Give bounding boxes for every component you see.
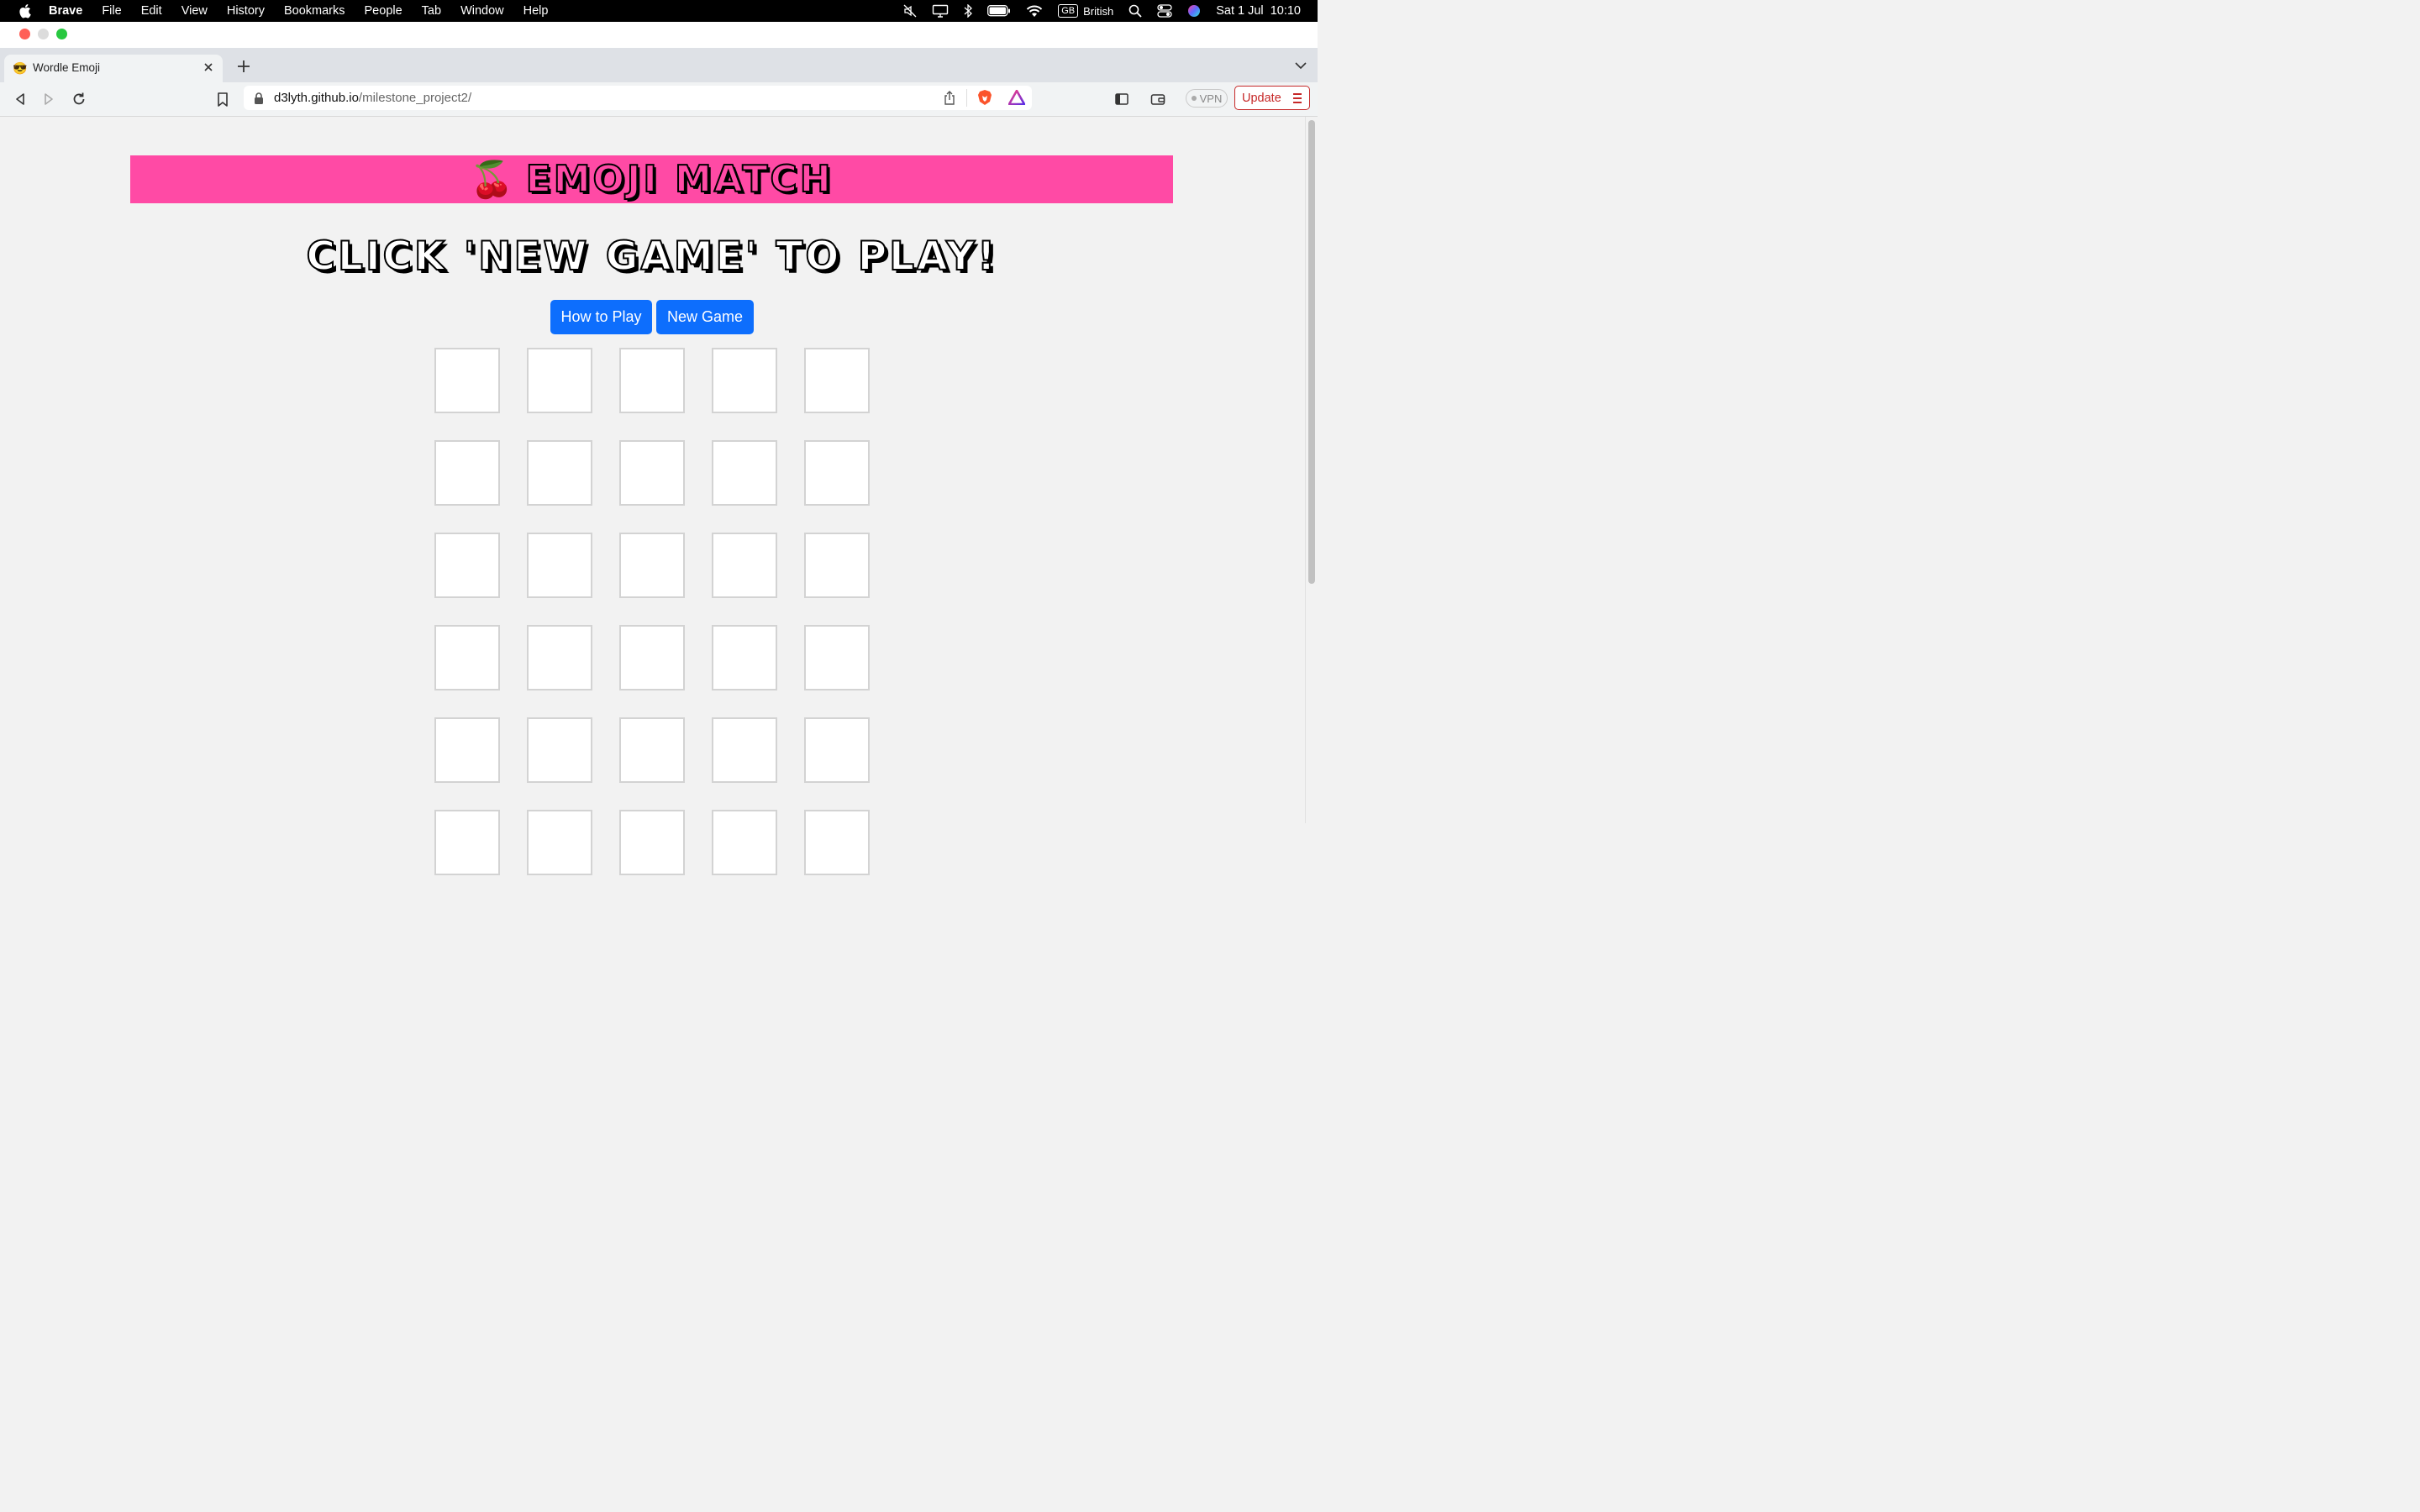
macos-menu-bar: Brave File Edit View History Bookmarks P… bbox=[0, 0, 1318, 22]
board-tile bbox=[527, 625, 592, 690]
menu-bookmarks[interactable]: Bookmarks bbox=[284, 4, 345, 18]
brave-shields-icon[interactable] bbox=[977, 89, 992, 110]
board-tile bbox=[527, 810, 592, 875]
board-tile bbox=[804, 533, 870, 598]
board-tile bbox=[712, 348, 777, 413]
menu-app-name[interactable]: Brave bbox=[49, 4, 82, 18]
lock-icon[interactable] bbox=[254, 92, 264, 108]
tab-favicon-icon: 😎 bbox=[13, 61, 28, 75]
board-tile bbox=[619, 440, 685, 506]
spotlight-search-icon[interactable] bbox=[1128, 4, 1142, 18]
window-close-button[interactable] bbox=[19, 29, 30, 39]
wifi-icon[interactable] bbox=[1026, 5, 1043, 18]
hamburger-menu-icon bbox=[1293, 93, 1302, 106]
board-tile bbox=[434, 348, 500, 413]
input-source-label: British bbox=[1083, 4, 1114, 18]
site-title: EMOJI MATCH bbox=[525, 157, 834, 202]
board-tile bbox=[712, 810, 777, 875]
scrollbar-thumb[interactable] bbox=[1308, 120, 1315, 584]
menu-bar-status-area: GB British Sat 1 Jul 10:10 bbox=[903, 0, 1301, 22]
url-path: /milestone_project2/ bbox=[358, 91, 472, 105]
vpn-button[interactable]: VPN bbox=[1186, 89, 1228, 108]
display-icon[interactable] bbox=[932, 4, 949, 18]
sidebar-icon[interactable] bbox=[1113, 91, 1130, 108]
update-label: Update bbox=[1242, 91, 1281, 105]
tab-title: Wordle Emoji bbox=[33, 61, 101, 74]
board-tile bbox=[804, 810, 870, 875]
menu-history[interactable]: History bbox=[227, 4, 265, 18]
board-tile bbox=[434, 440, 500, 506]
board-tile bbox=[619, 625, 685, 690]
how-to-play-button[interactable]: How to Play bbox=[550, 300, 652, 334]
input-source-menu[interactable]: GB British bbox=[1058, 4, 1113, 18]
url-host: d3lyth.github.io bbox=[274, 91, 359, 105]
menu-view[interactable]: View bbox=[182, 4, 208, 18]
control-center-icon[interactable] bbox=[1157, 4, 1172, 18]
board-tile bbox=[712, 717, 777, 783]
board-tile bbox=[527, 717, 592, 783]
window-minimize-button[interactable] bbox=[38, 29, 49, 39]
wallet-icon[interactable] bbox=[1150, 91, 1166, 108]
board-tile bbox=[434, 533, 500, 598]
menu-window[interactable]: Window bbox=[460, 4, 504, 18]
board-tile bbox=[804, 348, 870, 413]
vpn-status-dot bbox=[1191, 96, 1197, 101]
menu-file[interactable]: File bbox=[102, 4, 121, 18]
site-header-banner: 🍒 EMOJI MATCH bbox=[130, 155, 1173, 203]
tab-close-icon[interactable] bbox=[201, 60, 216, 75]
omnibox-divider bbox=[966, 89, 967, 107]
menu-tab[interactable]: Tab bbox=[422, 4, 441, 18]
address-bar[interactable]: d3lyth.github.io/milestone_project2/ bbox=[244, 86, 1032, 110]
back-icon[interactable] bbox=[12, 91, 29, 108]
board-tile bbox=[712, 625, 777, 690]
share-icon[interactable] bbox=[943, 91, 956, 110]
forward-icon[interactable] bbox=[40, 91, 57, 108]
menu-people[interactable]: People bbox=[365, 4, 402, 18]
window-zoom-button[interactable] bbox=[56, 29, 67, 39]
reload-icon[interactable] bbox=[71, 91, 87, 108]
board-tile bbox=[619, 533, 685, 598]
board-tile bbox=[804, 440, 870, 506]
url-text: d3lyth.github.io/milestone_project2/ bbox=[274, 91, 471, 105]
menu-edit[interactable]: Edit bbox=[141, 4, 162, 18]
board-tile bbox=[527, 348, 592, 413]
board-tile bbox=[804, 717, 870, 783]
board-tile bbox=[527, 533, 592, 598]
board-tile bbox=[804, 625, 870, 690]
input-source-badge: GB bbox=[1058, 4, 1079, 18]
board-tile bbox=[619, 348, 685, 413]
bookmark-icon[interactable] bbox=[214, 91, 231, 108]
browser-toolbar: d3lyth.github.io/milestone_project2/ VPN… bbox=[0, 82, 1318, 117]
tab-wordle-emoji[interactable]: 😎 Wordle Emoji bbox=[4, 55, 223, 82]
update-button[interactable]: Update bbox=[1234, 86, 1310, 110]
board-tile bbox=[434, 625, 500, 690]
window-title-bar bbox=[0, 22, 1318, 48]
battery-icon[interactable] bbox=[987, 5, 1011, 17]
brave-rewards-icon[interactable] bbox=[1007, 89, 1026, 109]
board-tile bbox=[619, 717, 685, 783]
new-game-button[interactable]: New Game bbox=[656, 300, 754, 334]
board-tile bbox=[712, 440, 777, 506]
page-scrollbar[interactable] bbox=[1305, 117, 1318, 823]
new-tab-plus-icon[interactable] bbox=[234, 57, 253, 76]
board-tile bbox=[712, 533, 777, 598]
menu-bar-clock[interactable]: Sat 1 Jul 10:10 bbox=[1216, 4, 1301, 18]
board-tile bbox=[434, 810, 500, 875]
bluetooth-icon[interactable] bbox=[964, 4, 973, 18]
menu-help[interactable]: Help bbox=[523, 4, 549, 18]
apple-icon[interactable] bbox=[17, 3, 32, 18]
board-tile bbox=[527, 440, 592, 506]
board-tile bbox=[434, 717, 500, 783]
vpn-label: VPN bbox=[1199, 92, 1223, 105]
siri-icon[interactable] bbox=[1187, 4, 1201, 18]
mute-icon[interactable] bbox=[903, 4, 917, 18]
tab-list-chevron-down-icon[interactable] bbox=[1294, 60, 1307, 71]
cherry-emoji-icon: 🍒 bbox=[470, 159, 514, 199]
game-status-heading: CLICK 'NEW GAME' TO PLAY! bbox=[306, 233, 998, 281]
tab-strip: 😎 Wordle Emoji bbox=[0, 48, 1318, 82]
board-tile bbox=[619, 810, 685, 875]
